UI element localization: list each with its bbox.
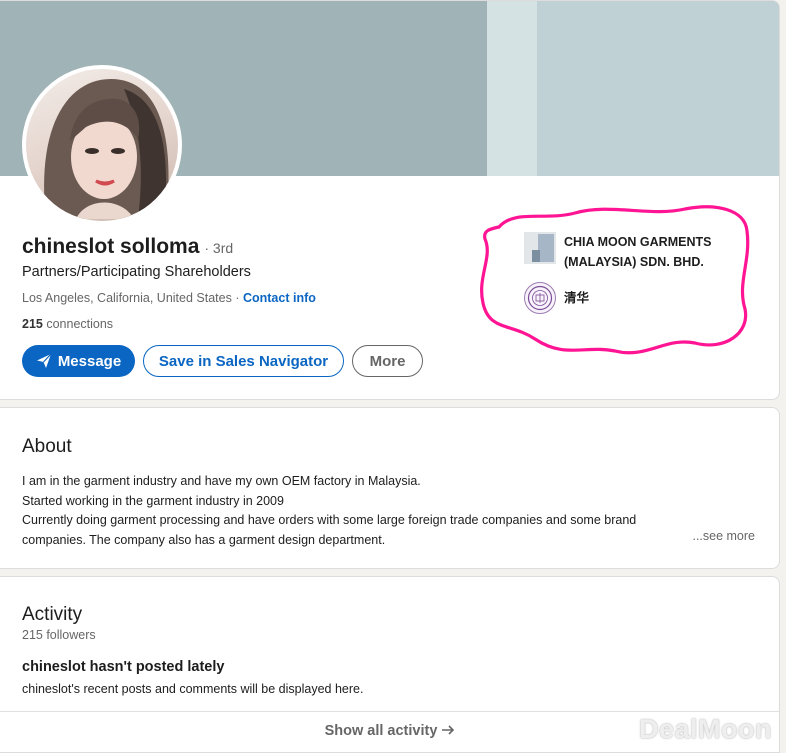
about-text: I am in the garment industry and have my… (22, 472, 762, 550)
profile-avatar[interactable] (22, 65, 182, 225)
profile-name: chineslot solloma (22, 235, 200, 258)
company-name: CHIA MOON GARMENTS (MALAYSIA) SDN. BHD. (564, 235, 712, 269)
school-name: 清华 (564, 291, 590, 305)
send-icon (36, 353, 52, 368)
watermark-logo: DealMoon (638, 714, 772, 744)
followers-count: 215 followers (22, 628, 96, 642)
highlight-outline (480, 205, 750, 355)
about-line: Started working in the garment industry … (22, 493, 284, 508)
separator: · (231, 291, 243, 305)
name-row: chineslot solloma · 3rd (22, 235, 233, 259)
company-logo-icon (524, 232, 556, 264)
about-line: companies. The company also has a garmen… (22, 532, 386, 547)
save-in-sales-navigator-button[interactable]: Save in Sales Navigator (143, 345, 344, 377)
current-company[interactable]: CHIA MOON GARMENTS (MALAYSIA) SDN. BHD. (524, 232, 739, 272)
banner-shape (487, 1, 537, 176)
profile-card: chineslot solloma · 3rd Partners/Partici… (0, 0, 780, 400)
message-button[interactable]: Message (22, 345, 135, 377)
more-button[interactable]: More (352, 345, 423, 377)
contact-info-link[interactable]: Contact info (243, 291, 316, 305)
connections-number: 215 (22, 317, 43, 331)
about-title: About (22, 436, 72, 457)
divider (0, 711, 779, 712)
about-line: I am in the garment industry and have my… (22, 474, 421, 488)
connections-count[interactable]: 215 connections (22, 317, 113, 331)
see-more-link[interactable]: ...see more (692, 529, 755, 543)
school-seal-icon (524, 282, 556, 314)
connection-degree: · 3rd (204, 240, 234, 256)
banner-shape (537, 1, 779, 176)
profile-location: Los Angeles, California, United States (22, 291, 232, 305)
profile-headline: Partners/Participating Shareholders (22, 264, 251, 280)
show-all-activity-label: Show all activity (324, 723, 438, 739)
activity-title: Activity (22, 604, 83, 625)
education-school[interactable]: 清华 (524, 282, 589, 314)
connections-label: connections (42, 317, 114, 331)
location-row: Los Angeles, California, United States ·… (22, 291, 316, 305)
about-line: Currently doing garment processing and h… (22, 513, 637, 527)
arrow-right-icon (442, 725, 455, 735)
about-card: About I am in the garment industry and h… (0, 407, 780, 569)
activity-empty-subtitle: chineslot's recent posts and comments wi… (22, 682, 364, 696)
activity-empty-title: chineslot hasn't posted lately (22, 659, 225, 675)
message-label: Message (57, 352, 122, 370)
